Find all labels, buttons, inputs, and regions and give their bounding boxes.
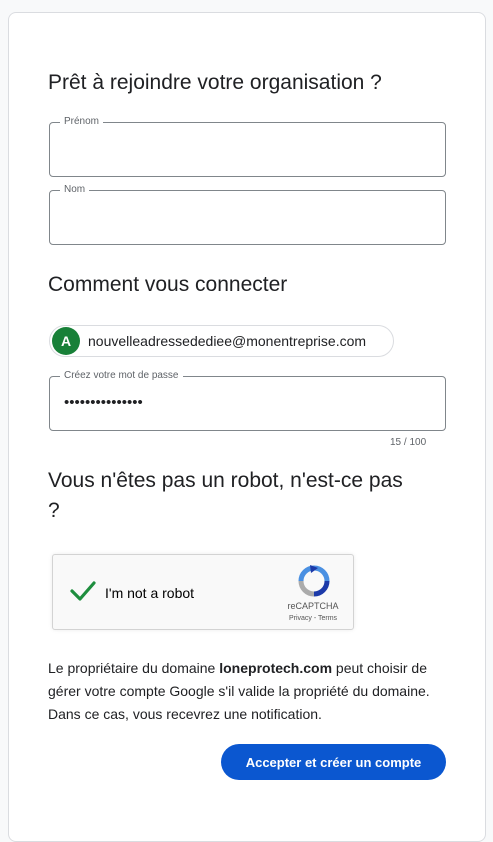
password-value: ••••••••••••••• xyxy=(64,394,143,411)
recaptcha-logo-icon xyxy=(298,565,330,602)
password-label: Créez votre mot de passe xyxy=(60,370,183,382)
password-field[interactable]: Créez votre mot de passe ••••••••••••••• xyxy=(49,370,446,431)
accept-and-create-account-button[interactable]: Accepter et créer un compte xyxy=(221,744,446,780)
page-title: Prêt à rejoindre votre organisation ? xyxy=(48,71,382,94)
recaptcha-terms-link[interactable]: Terms xyxy=(318,615,337,622)
robot-check-heading: Vous n'êtes pas un robot, n'est-ce pas ? xyxy=(48,469,403,522)
recaptcha-brand: reCAPTCHA xyxy=(287,601,339,611)
account-email: nouvelleadressedediee@monentreprise.com xyxy=(88,333,367,349)
recaptcha-widget: I'm not a robot reCAPTCHA Privacy - Term… xyxy=(52,554,354,630)
recaptcha-checkbox-label[interactable]: I'm not a robot xyxy=(105,585,194,601)
last-name-label: Nom xyxy=(60,184,90,196)
first-name-field[interactable]: Prénom xyxy=(49,116,446,177)
recaptcha-links: Privacy - Terms xyxy=(277,615,349,622)
last-name-field[interactable]: Nom xyxy=(49,184,446,245)
sign-in-heading: Comment vous connecter xyxy=(48,273,288,296)
domain-ownership-notice: Le propriétaire du domaine loneprotech.c… xyxy=(48,657,458,726)
first-name-label: Prénom xyxy=(60,116,104,128)
account-chip[interactable]: A nouvelleadressedediee@monentreprise.co… xyxy=(49,325,394,357)
password-character-counter: 15 / 100 xyxy=(390,437,427,448)
notice-text-before: Le propriétaire du domaine xyxy=(48,660,220,676)
recaptcha-privacy-link[interactable]: Privacy xyxy=(289,615,312,622)
avatar: A xyxy=(52,327,80,355)
notice-domain: loneprotech.com xyxy=(219,660,333,676)
check-icon[interactable] xyxy=(69,579,97,608)
